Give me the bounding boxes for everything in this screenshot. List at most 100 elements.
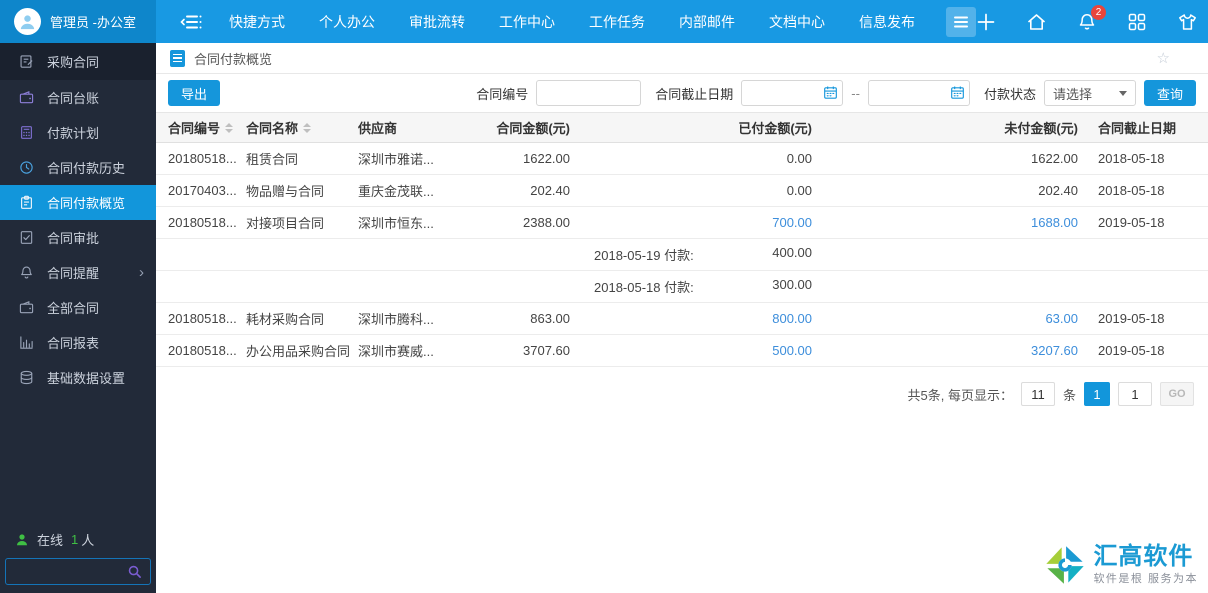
- payment-date-label: 2018-05-19 付款:: [594, 248, 694, 263]
- topbar: 管理员 -办公室 快捷方式 个人办公 审批流转 工作中心 工作任务 内部邮件 文…: [0, 0, 1208, 43]
- cell-paid-link[interactable]: 800.00: [570, 311, 812, 326]
- notification-bell-icon[interactable]: 2: [1077, 4, 1106, 32]
- col-contract-no[interactable]: 合同编号: [168, 118, 246, 137]
- cell-supplier: 深圳市腾科...: [358, 312, 434, 327]
- topbar-actions: 2: [976, 4, 1208, 32]
- nav-info-publish[interactable]: 信息发布: [842, 12, 932, 32]
- cell-unpaid: 1622.00: [1031, 151, 1078, 166]
- current-user[interactable]: 管理员 -办公室: [0, 0, 156, 43]
- sidebar-item-contract-reports[interactable]: 合同报表: [0, 325, 156, 360]
- user-avatar-icon: [14, 8, 41, 35]
- sidebar-footer: 在线 1 人: [0, 530, 156, 585]
- table-row[interactable]: 20180518... 耗材采购合同 深圳市腾科... 863.00 800.0…: [156, 303, 1208, 335]
- cell-end-date: 2019-05-18: [1098, 311, 1165, 326]
- cell-contract-name: 对接项目合同: [246, 216, 325, 231]
- bell-icon: [18, 265, 34, 281]
- cell-unpaid-link[interactable]: 3207.60: [812, 343, 1078, 358]
- collapse-menu-icon[interactable]: [170, 13, 212, 31]
- favorite-star-icon[interactable]: ☆: [1157, 49, 1170, 67]
- sort-icon[interactable]: [303, 122, 312, 133]
- cell-supplier: 重庆金茂联...: [358, 184, 434, 199]
- add-icon[interactable]: [976, 12, 996, 32]
- home-icon[interactable]: [1026, 12, 1047, 32]
- calendar-icon[interactable]: [823, 85, 838, 100]
- cell-paid-link[interactable]: 500.00: [570, 343, 812, 358]
- nav-internal-mail[interactable]: 内部邮件: [662, 12, 752, 32]
- sort-icon[interactable]: [225, 122, 234, 133]
- page-size-box[interactable]: 11: [1020, 382, 1055, 406]
- col-supplier: 供应商: [358, 121, 398, 136]
- pay-status-select[interactable]: 请选择: [1043, 80, 1136, 106]
- filter-toolbar: 导出 合同编号 合同截止日期 -- 付款状态 请选择 查询: [156, 74, 1208, 113]
- database-icon: [18, 370, 34, 386]
- col-end-date: 合同截止日期: [1098, 121, 1177, 136]
- brand-logo: 汇高软件 软件是根 服务为本: [1043, 543, 1198, 587]
- sidebar-search-input[interactable]: [14, 564, 127, 579]
- contacts-icon[interactable]: [1127, 12, 1147, 32]
- online-label: 在线: [37, 533, 64, 548]
- nav-approval-flow[interactable]: 审批流转: [392, 12, 482, 32]
- sidebar-item-base-data-settings[interactable]: 基础数据设置: [0, 360, 156, 395]
- sidebar-item-payment-overview[interactable]: 合同付款概览: [0, 185, 156, 220]
- cell-end-date: 2018-05-18: [1098, 183, 1165, 198]
- cell-paid: 0.00: [786, 183, 812, 198]
- cell-end-date: 2018-05-18: [1098, 151, 1165, 166]
- cell-contract-name: 办公用品采购合同: [246, 344, 351, 359]
- sidebar-item-label: 基础数据设置: [47, 371, 126, 386]
- table-row[interactable]: 20180518... 办公用品采购合同 深圳市赛威... 3707.60 50…: [156, 335, 1208, 367]
- cell-contract-no: 20180518...: [168, 343, 237, 358]
- sidebar-item-all-contracts[interactable]: 全部合同: [0, 290, 156, 325]
- table-row[interactable]: 20170403... 物品赠与合同 重庆金茂联... 202.40 0.00 …: [156, 175, 1208, 207]
- cell-paid-link[interactable]: 700.00: [570, 215, 812, 230]
- cell-contract-name: 租赁合同: [246, 152, 299, 167]
- sidebar-item-payment-plan[interactable]: 付款计划: [0, 115, 156, 150]
- cell-paid: 0.00: [786, 151, 812, 166]
- cell-amount: 2388.00: [523, 215, 570, 230]
- theme-shirt-icon[interactable]: [1177, 12, 1198, 32]
- apps-menu-button[interactable]: [946, 6, 976, 37]
- sidebar-item-payment-history[interactable]: 合同付款历史: [0, 150, 156, 185]
- cell-unpaid-link[interactable]: 1688.00: [812, 215, 1078, 230]
- goto-page-input[interactable]: [1118, 382, 1152, 406]
- sidebar-item-label: 合同付款历史: [47, 161, 126, 176]
- payment-date-label: 2018-05-18 付款:: [594, 280, 694, 295]
- cell-unpaid: 202.40: [1038, 183, 1078, 198]
- cell-contract-name: 耗材采购合同: [246, 312, 325, 327]
- cell-contract-no: 20180518...: [168, 311, 237, 326]
- table-row[interactable]: 20180518... 租赁合同 深圳市雅诺... 1622.00 0.00 1…: [156, 143, 1208, 175]
- cell-contract-name: 物品赠与合同: [246, 184, 325, 199]
- col-amount: 合同金额(元): [496, 121, 570, 136]
- current-page-button[interactable]: 1: [1084, 382, 1110, 406]
- sidebar-item-purchase-contract[interactable]: 采购合同: [0, 43, 156, 80]
- sidebar-item-contract-approval[interactable]: 合同审批: [0, 220, 156, 255]
- export-button[interactable]: 导出: [168, 80, 221, 106]
- cell-contract-no: 20180518...: [168, 215, 237, 230]
- nav-personal-office[interactable]: 个人办公: [302, 12, 392, 32]
- nav-document-center[interactable]: 文档中心: [752, 12, 842, 32]
- contract-no-input[interactable]: [536, 80, 642, 106]
- table-header: 合同编号 合同名称 供应商 合同金额(元) 已付金额(元) 未付金额(元) 合同…: [156, 113, 1208, 143]
- sidebar-item-contract-reminder[interactable]: 合同提醒 ›: [0, 255, 156, 290]
- sidebar-item-label: 合同审批: [47, 231, 100, 246]
- cell-unpaid-link[interactable]: 63.00: [812, 311, 1078, 326]
- breadcrumb: 合同付款概览 ☆: [156, 43, 1208, 74]
- calendar-icon[interactable]: [950, 85, 965, 100]
- nav-shortcuts[interactable]: 快捷方式: [212, 12, 302, 32]
- nav-work-center[interactable]: 工作中心: [482, 12, 572, 32]
- date-from-field: [741, 80, 844, 106]
- col-contract-name[interactable]: 合同名称: [246, 118, 358, 137]
- page-doc-icon: [170, 49, 185, 67]
- sidebar-item-label: 合同付款概览: [47, 196, 126, 211]
- wallet-icon: [18, 90, 34, 106]
- sidebar-item-contract-ledger[interactable]: 合同台账: [0, 80, 156, 115]
- clipboard-icon: [18, 195, 34, 211]
- table-row[interactable]: 20180518... 对接项目合同 深圳市恒东... 2388.00 700.…: [156, 207, 1208, 239]
- search-button[interactable]: 查询: [1143, 80, 1196, 106]
- search-icon[interactable]: [127, 564, 142, 579]
- col-unpaid: 未付金额(元): [1004, 121, 1078, 136]
- go-button[interactable]: GO: [1160, 382, 1194, 406]
- nav-work-tasks[interactable]: 工作任务: [572, 12, 662, 32]
- pagination-summary: 共5条, 每页显示：: [907, 387, 1013, 403]
- sidebar-item-label: 全部合同: [47, 301, 100, 316]
- online-status: 在线 1 人: [5, 530, 151, 558]
